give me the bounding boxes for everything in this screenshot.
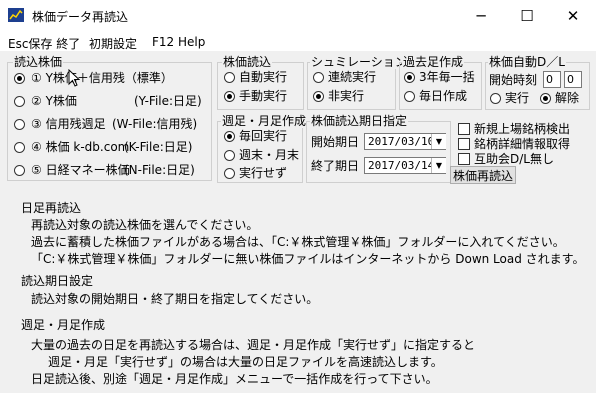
close-button[interactable]: ✕ xyxy=(550,0,596,31)
period-group-label: 株価読込期日指定 xyxy=(310,114,409,128)
stock-radio-1[interactable] xyxy=(14,73,25,84)
app-icon xyxy=(8,8,24,22)
auto-cancel-label: 解除 xyxy=(555,91,580,105)
load-radio-auto[interactable] xyxy=(224,72,235,83)
load-auto-label: 自動実行 xyxy=(239,70,288,84)
past-daily-label: 毎日作成 xyxy=(419,89,468,103)
period-start-dropdown-icon[interactable]: ▼ xyxy=(431,134,446,149)
help-line: 過去に蓄積した株価ファイルがある場合は、「C:￥株式管理￥株価」フォルダーに入れ… xyxy=(31,235,565,249)
sim-none-label: 非実行 xyxy=(328,89,365,103)
load-group-label: 株価読込 xyxy=(222,55,273,69)
weekly-radio-weekend[interactable] xyxy=(224,150,235,161)
stock-option-4-file: (K-File:日足) xyxy=(124,140,193,154)
check-no-mutual-dl-label: 互助会D/L無し xyxy=(474,152,554,166)
weekly-none-label: 実行せず xyxy=(239,166,288,180)
stock-radio-2[interactable] xyxy=(14,96,25,107)
auto-dl-group-label: 株価自動D／L xyxy=(488,55,566,69)
load-radio-manual[interactable] xyxy=(224,91,235,102)
past-radio-daily[interactable] xyxy=(404,91,415,102)
past-group-label: 過去足作成 xyxy=(402,55,465,69)
help-line: 日足読込後、別途「週足・月足作成」メニューで一括作成を行って下さい。 xyxy=(31,372,438,386)
check-detail-info[interactable] xyxy=(458,138,470,150)
help-line: 再読込対象の読込株価を選んでください。 xyxy=(31,218,259,232)
help-line: 週足・月足「実行せず」の場合は大量の日足ファイルを高速読込します。 xyxy=(48,355,443,369)
weekly-always-label: 毎回実行 xyxy=(239,129,288,143)
help-line: 「C:￥株式管理￥株価」フォルダーに無い株価ファイルはインターネットから Dow… xyxy=(31,252,585,266)
help-heading-daily: 日足再読込 xyxy=(21,201,82,215)
minimize-button[interactable]: ─ xyxy=(458,0,504,31)
weekly-weekend-label: 週末・月末 xyxy=(239,148,300,162)
menu-save-exit[interactable]: Esc保存 終了 xyxy=(8,35,80,52)
sim-group-label: シュミレーション xyxy=(310,55,408,69)
help-heading-weekly: 週足・月足作成 xyxy=(21,318,106,332)
stock-radio-3[interactable] xyxy=(14,119,25,130)
period-start-label: 開始期日 xyxy=(311,135,360,149)
help-heading-period: 読込期日設定 xyxy=(21,274,94,288)
check-no-mutual-dl[interactable] xyxy=(458,153,470,165)
auto-run-label: 実行 xyxy=(505,91,530,105)
help-line: 大量の過去の日足を再読込する場合は、週足・月足作成「実行せず」に指定すると xyxy=(31,338,476,352)
stock-option-3-label: ③ 信用残週足 xyxy=(31,117,106,131)
weekly-radio-always[interactable] xyxy=(224,131,235,142)
menu-help[interactable]: F12 Help xyxy=(152,35,205,49)
past-radio-3year[interactable] xyxy=(404,72,415,83)
window-title: 株価データ再読込 xyxy=(32,10,129,24)
maximize-button[interactable]: ☐ xyxy=(504,0,550,31)
period-end-value: 2017/03/14 xyxy=(368,159,435,172)
weekly-group-label: 週足・月足作成 xyxy=(221,114,308,128)
stock-group-label: 読込株価 xyxy=(13,55,64,69)
sim-radio-continuous[interactable] xyxy=(313,72,324,83)
period-end-dropdown-icon[interactable]: ▼ xyxy=(431,158,446,173)
auto-minute-input[interactable]: 0 xyxy=(564,71,582,88)
check-new-listing[interactable] xyxy=(458,123,470,135)
stock-option-3-file: (W-File:信用残) xyxy=(112,117,198,131)
stock-option-4-label: ④ 株価 k-db.com xyxy=(31,140,130,154)
help-line: 読込対象の開始期日・終了期日を指定してください。 xyxy=(31,292,319,306)
check-detail-info-label: 銘柄詳細情報取得 xyxy=(474,137,571,151)
stock-radio-4[interactable] xyxy=(14,142,25,153)
weekly-radio-none[interactable] xyxy=(224,168,235,179)
period-end-label: 終了期日 xyxy=(311,159,360,173)
period-start-value: 2017/03/10 xyxy=(368,135,435,148)
reload-button[interactable]: 株価再読込 xyxy=(450,166,516,184)
reload-button-label: 株価再読込 xyxy=(452,168,513,183)
sim-continuous-label: 連続実行 xyxy=(328,70,377,84)
stock-option-1-label: ① Y株価＋信用残（標準） xyxy=(31,71,173,85)
stock-radio-5[interactable] xyxy=(14,165,25,176)
menu-settings[interactable]: 初期設定 xyxy=(89,35,137,52)
auto-radio-run[interactable] xyxy=(490,93,501,104)
load-manual-label: 手動実行 xyxy=(239,89,288,103)
stock-option-2-file: (Y-File:日足) xyxy=(134,94,202,108)
auto-hour-input[interactable]: 0 xyxy=(543,71,561,88)
mouse-cursor-icon xyxy=(68,68,81,90)
past-3year-label: 3年毎一括 xyxy=(419,70,475,84)
check-new-listing-label: 新規上場銘柄検出 xyxy=(474,122,571,136)
auto-radio-cancel[interactable] xyxy=(540,93,551,104)
auto-start-label: 開始時刻 xyxy=(489,73,538,87)
sim-radio-none[interactable] xyxy=(313,91,324,102)
stock-option-2-label: ② Y株価 xyxy=(31,94,77,108)
stock-option-5-label: ⑤ 日経マネー株価 xyxy=(31,163,130,177)
stock-option-5-file: (N-File:日足) xyxy=(124,163,195,177)
